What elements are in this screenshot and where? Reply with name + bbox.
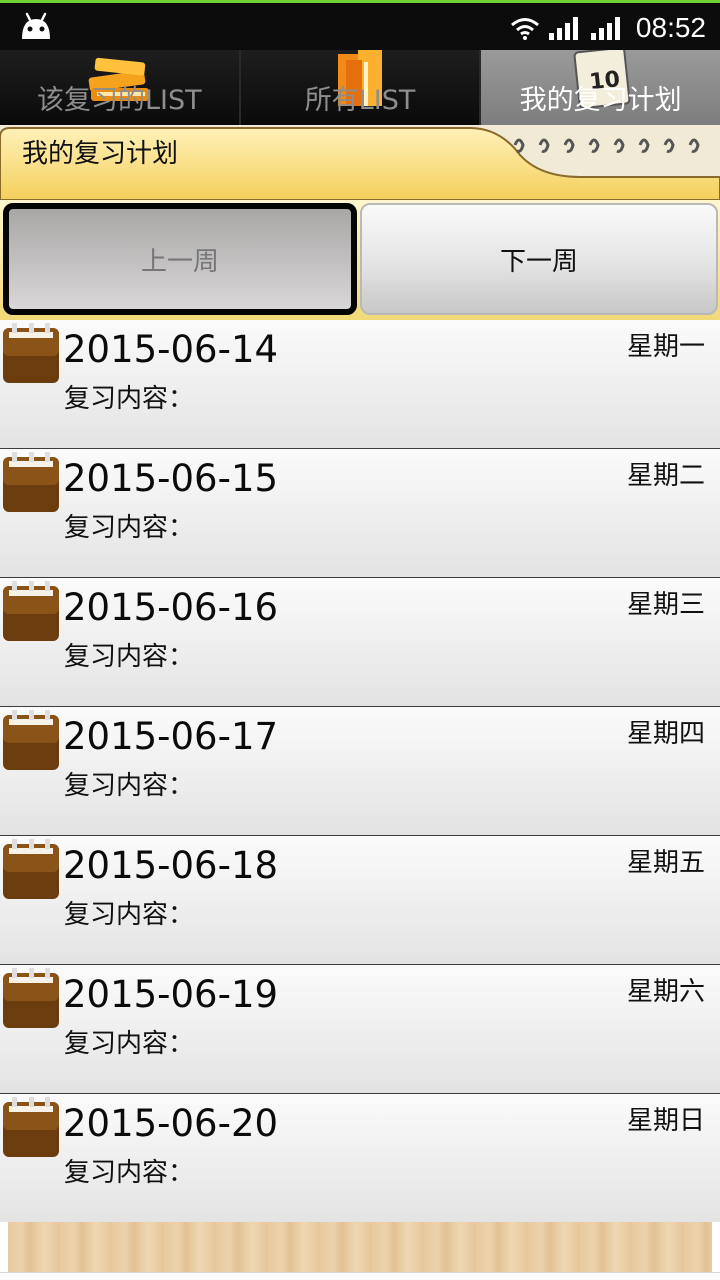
review-content-label: 复习内容： (64, 642, 195, 672)
plan-date: 2015-06-18 (63, 844, 279, 887)
plan-date: 2015-06-16 (63, 586, 279, 629)
plan-weekday: 星期六 (626, 977, 705, 1007)
plan-weekday: 星期四 (626, 719, 705, 749)
footer-edge (0, 1272, 720, 1280)
signal-icon (548, 17, 578, 40)
plan-date: 2015-06-20 (63, 1102, 279, 1145)
status-bar: 08:52 (0, 0, 720, 50)
wood-footer (0, 1222, 720, 1280)
plan-date: 2015-06-15 (63, 457, 279, 500)
tab-all-list[interactable]: 所有LIST (240, 50, 482, 125)
plan-header: 我的复习计划 (0, 125, 720, 200)
plan-list-item[interactable]: 2015-06-18 星期五 复习内容： (0, 836, 720, 965)
tab-my-plan[interactable]: 10 我的复习计划 (481, 50, 720, 125)
plan-list-item[interactable]: 2015-06-15 星期二 复习内容： (0, 449, 720, 578)
plan-date: 2015-06-14 (63, 328, 279, 371)
plan-weekday: 星期日 (626, 1106, 705, 1136)
calendar-icon (3, 581, 59, 641)
tab-review-list[interactable]: 该复习的LIST (0, 50, 241, 125)
wood-texture (8, 1222, 712, 1272)
plan-weekday: 星期二 (626, 461, 705, 491)
status-clock: 08:52 (635, 12, 706, 43)
review-content-label: 复习内容： (64, 1029, 195, 1059)
plan-list-item[interactable]: 2015-06-20 星期日 复习内容： (0, 1094, 720, 1223)
calendar-icon (3, 968, 59, 1028)
tab-label: 该复习的LIST (37, 85, 202, 116)
review-content-label: 复习内容： (64, 384, 195, 414)
wifi-icon (510, 18, 539, 40)
tab-label: 所有LIST (304, 85, 416, 116)
week-navigation: 上一周 下一周 (0, 200, 720, 320)
calendar-icon (3, 839, 59, 899)
plan-list-item[interactable]: 2015-06-19 星期六 复习内容： (0, 965, 720, 1094)
plan-date: 2015-06-19 (63, 973, 279, 1016)
plan-date: 2015-06-17 (63, 715, 279, 758)
previous-week-button[interactable]: 上一周 (3, 203, 357, 315)
review-content-label: 复习内容： (64, 771, 195, 801)
tab-label: 我的复习计划 (519, 85, 682, 116)
signal-icon-2 (590, 17, 620, 40)
plan-list-item[interactable]: 2015-06-17 星期四 复习内容： (0, 707, 720, 836)
plan-weekday: 星期五 (626, 848, 705, 878)
plan-list-item[interactable]: 2015-06-14 星期一 复习内容： (0, 320, 720, 449)
review-content-label: 复习内容： (64, 513, 195, 543)
review-content-label: 复习内容： (64, 900, 195, 930)
android-notification-icon (22, 12, 50, 39)
calendar-icon (3, 710, 59, 770)
calendar-icon (3, 452, 59, 512)
calendar-icon (3, 1097, 59, 1157)
page-title: 我的复习计划 (22, 139, 179, 169)
tab-bar: 该复习的LIST 所有LIST 10 我的复习计划 (0, 50, 720, 125)
plan-list: 2015-06-14 星期一 复习内容： 2015-06-15 星期二 复习内容… (0, 320, 720, 1223)
plan-weekday: 星期一 (626, 332, 705, 362)
plan-list-item[interactable]: 2015-06-16 星期三 复习内容： (0, 578, 720, 707)
plan-weekday: 星期三 (626, 590, 705, 620)
review-content-label: 复习内容： (64, 1158, 195, 1188)
next-week-button[interactable]: 下一周 (360, 203, 718, 315)
calendar-icon (3, 323, 59, 383)
